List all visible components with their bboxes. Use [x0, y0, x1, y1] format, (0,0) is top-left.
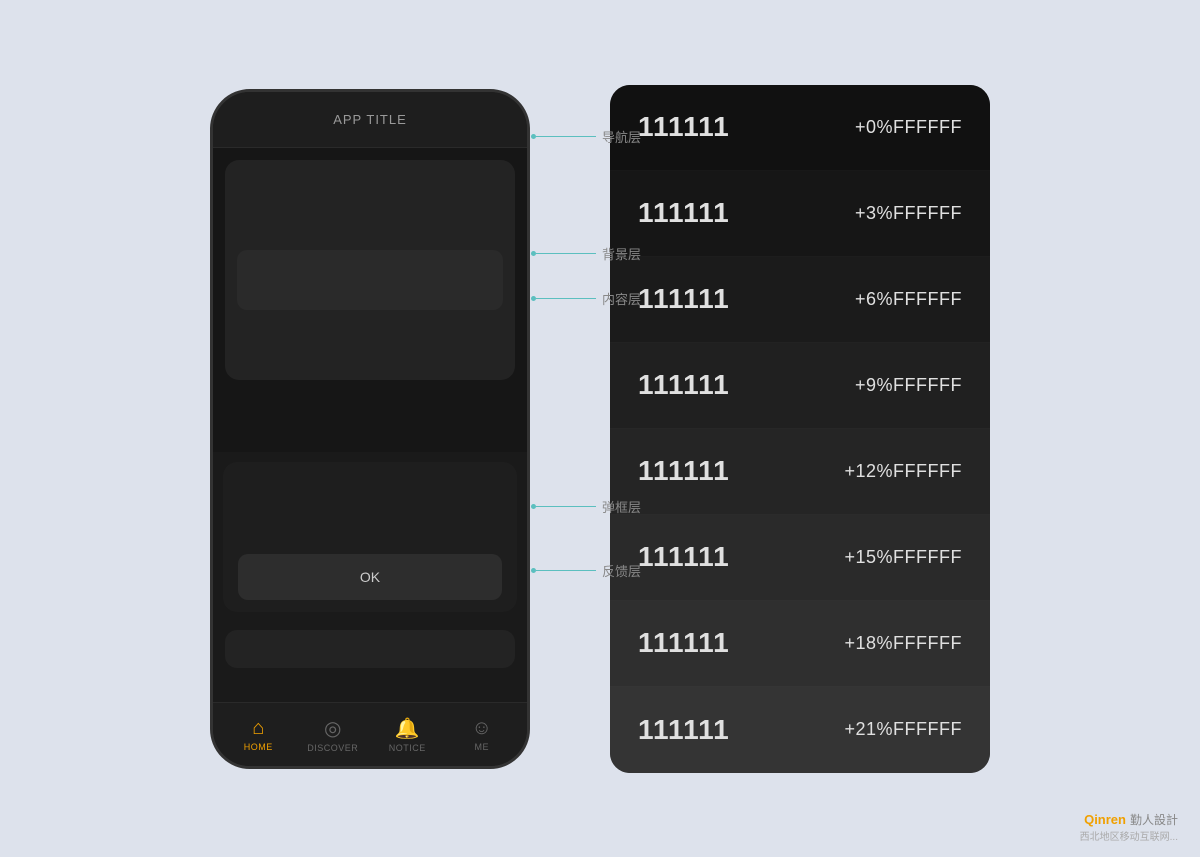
phone-modal-area: OK — [213, 452, 527, 622]
color-percent: +18%FFFFFF — [844, 633, 962, 654]
tab-discover[interactable]: ◎ DISCOVER — [296, 716, 371, 753]
tab-home[interactable]: ⌂ HOME — [221, 717, 296, 752]
color-percent: +9%FFFFFF — [855, 375, 962, 396]
color-percent: +0%FFFFFF — [855, 117, 962, 138]
phone-navbar: APP TITLE — [213, 92, 527, 148]
tab-notice[interactable]: 🔔 NOTICE — [370, 716, 445, 753]
phone-bottom-area — [213, 622, 527, 702]
phone-content — [213, 148, 527, 452]
annotation-label-bg: 背景层 — [602, 244, 641, 263]
watermark-logo: Qinren — [1084, 812, 1126, 827]
annotation-line-bg — [536, 253, 596, 254]
annotation-line-feedback — [536, 570, 596, 571]
tab-me-label: ME — [475, 742, 490, 752]
tab-home-label: HOME — [244, 742, 273, 752]
ok-button[interactable]: OK — [238, 554, 503, 600]
color-percent: +12%FFFFFF — [844, 461, 962, 482]
color-percent: +3%FFFFFF — [855, 203, 962, 224]
bottom-content-block — [225, 630, 515, 668]
content-card-top — [225, 160, 515, 380]
tab-me[interactable]: ☺ ME — [445, 717, 520, 752]
notice-icon: 🔔 — [395, 716, 420, 741]
color-percent: +6%FFFFFF — [855, 289, 962, 310]
annotation-line-modal — [536, 506, 596, 507]
color-percent: +15%FFFFFF — [844, 547, 962, 568]
me-icon: ☺ — [472, 717, 492, 740]
discover-icon: ◎ — [324, 716, 341, 741]
annotation-label-modal: 弹框层 — [602, 497, 641, 516]
annotation-content: 内容层 — [531, 289, 641, 308]
phone: APP TITLE OK — [210, 89, 530, 769]
app-title: APP TITLE — [333, 112, 407, 127]
tab-notice-label: NOTICE — [389, 743, 426, 753]
annotation-modal: 弹框层 — [531, 497, 641, 516]
annotation-feedback: 反馈层 — [531, 561, 641, 580]
phone-mockup: APP TITLE OK — [210, 89, 530, 769]
annotation-line-nav — [536, 136, 596, 137]
watermark: Qinren 勤人設計 西北地区移动互联网... — [1080, 811, 1178, 843]
left-section: APP TITLE OK — [210, 89, 530, 769]
content-inner-card — [237, 250, 503, 310]
annotation-line-content — [536, 298, 596, 299]
modal-backdrop: OK — [223, 462, 517, 612]
tab-discover-label: DISCOVER — [307, 743, 358, 753]
annotations: 导航层 背景层 内容层 弹框层 — [535, 89, 735, 769]
annotation-label-feedback: 反馈层 — [602, 561, 641, 580]
color-percent: +21%FFFFFF — [844, 719, 962, 740]
main-container: APP TITLE OK — [50, 85, 1150, 773]
home-icon: ⌂ — [252, 717, 264, 740]
annotation-bg: 背景层 — [531, 244, 641, 263]
watermark-sub: 西北地区移动互联网... — [1080, 828, 1178, 843]
annotation-label-content: 内容层 — [602, 289, 641, 308]
watermark-name: 勤人設計 — [1130, 811, 1178, 828]
phone-tabbar: ⌂ HOME ◎ DISCOVER 🔔 NOTICE ☺ ME — [213, 702, 527, 766]
annotation-label-nav: 导航层 — [602, 127, 641, 146]
annotation-nav: 导航层 — [531, 127, 641, 146]
